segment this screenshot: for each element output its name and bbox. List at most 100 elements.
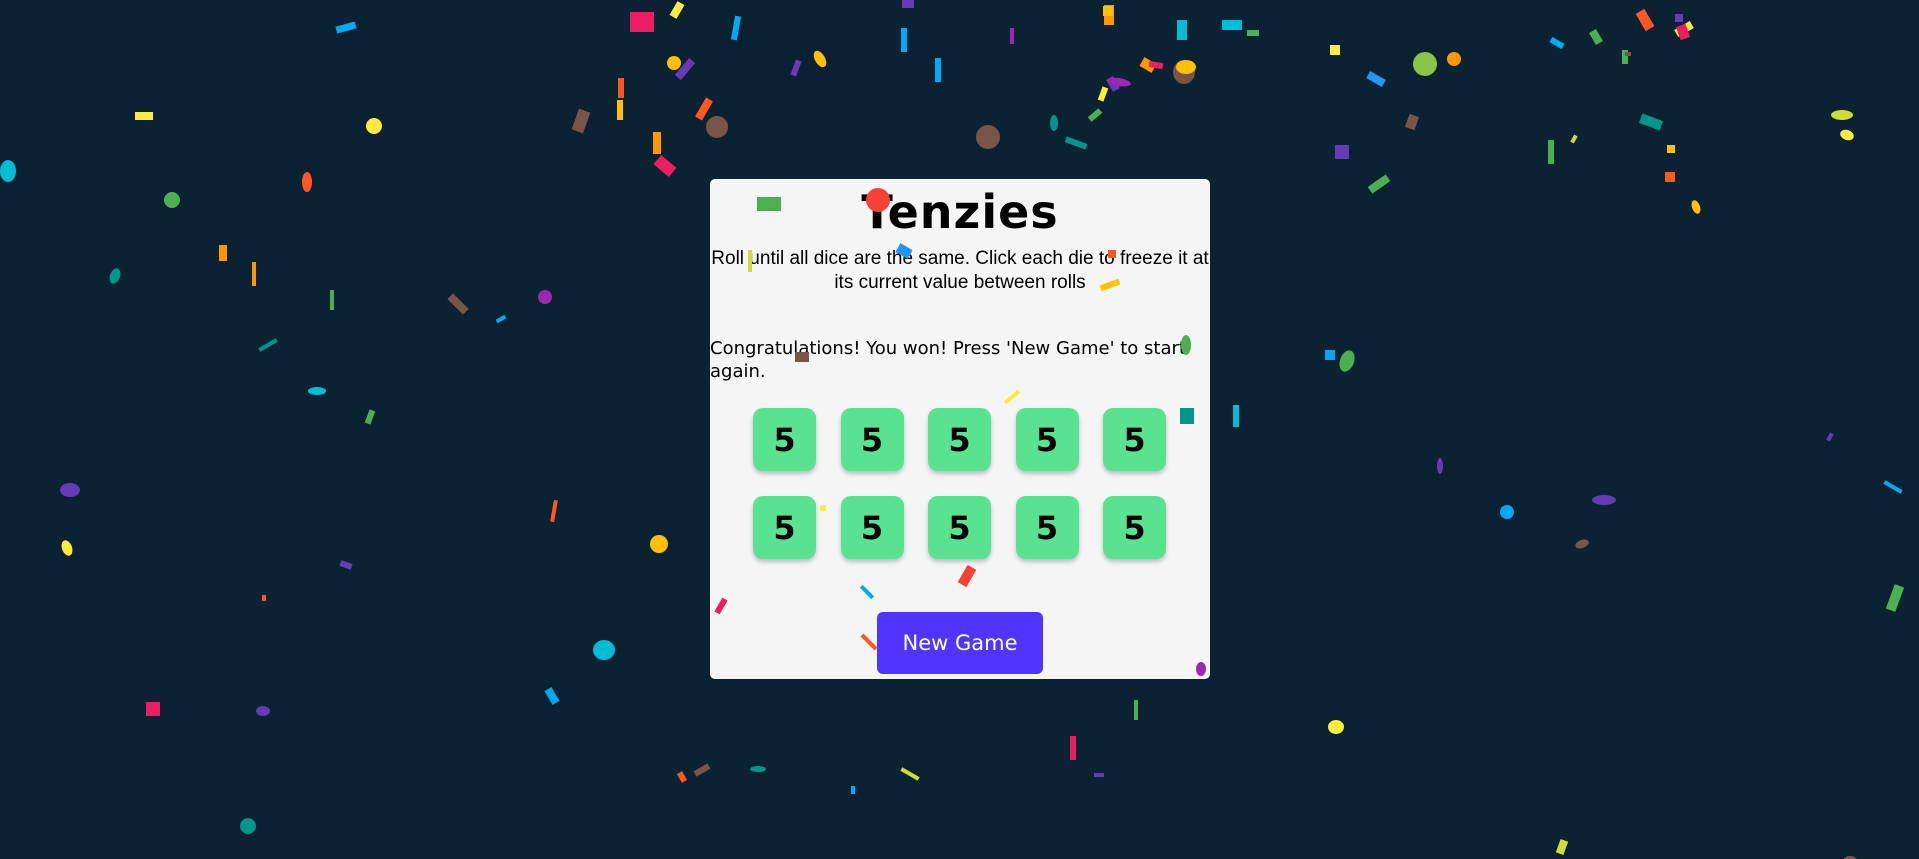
confetti-piece [1689,199,1703,215]
confetti-piece [1838,127,1856,143]
confetti-piece [1638,113,1664,131]
confetti-piece [650,535,668,553]
confetti-piece [302,172,312,192]
confetti-piece [1247,30,1259,36]
confetti-piece [730,15,742,41]
confetti-piece [0,160,16,182]
confetti-piece [1413,52,1437,76]
confetti-piece [1589,28,1603,46]
confetti-piece [1330,45,1340,55]
confetti-piece [750,766,766,772]
game-instructions: Roll until all dice are the same. Click … [711,248,1209,293]
confetti-piece [107,266,123,286]
confetti-piece [308,387,326,395]
confetti-piece [262,595,266,601]
confetti-piece [1104,5,1114,25]
confetti-piece [618,78,624,98]
confetti-piece [1437,458,1443,474]
confetti-piece [59,538,75,558]
confetti-piece [1050,115,1058,131]
confetti-piece [669,1,685,19]
confetti-piece [164,192,180,208]
die-7[interactable]: 5 [840,496,904,559]
confetti-piece [1665,172,1675,182]
confetti-piece [495,314,507,324]
game-title: Tenzies [861,185,1059,239]
confetti-piece [240,818,256,834]
confetti-piece [1233,405,1239,427]
confetti-piece [900,767,920,781]
win-message: Congratulations! You won! Press 'New Gam… [710,338,1186,382]
confetti-piece [593,640,615,660]
confetti-piece [1010,28,1014,44]
confetti-piece [447,293,469,315]
confetti-piece [1325,350,1335,360]
confetti-piece [1222,20,1242,30]
confetti-piece [544,687,560,705]
confetti-piece [1139,57,1157,73]
confetti-piece [695,97,713,121]
confetti-piece [1885,584,1905,612]
confetti-piece [1549,36,1565,50]
confetti-piece [1177,20,1187,40]
confetti-piece [1548,140,1554,164]
confetti-piece [901,28,907,52]
confetti-piece [935,58,941,82]
confetti-piece [674,58,696,80]
confetti-piece [1570,134,1578,144]
confetti-piece [1094,773,1104,777]
confetti-piece [1148,60,1164,70]
confetti-piece [1447,52,1461,66]
die-5[interactable]: 5 [1103,408,1166,471]
confetti-piece [653,132,661,154]
confetti-piece [676,771,688,783]
confetti-piece [1366,71,1386,87]
confetti-piece [339,560,353,570]
die-9[interactable]: 5 [1015,496,1079,559]
confetti-piece [667,56,681,70]
confetti-piece [1500,505,1514,519]
confetti-piece [1234,405,1238,427]
confetti-piece [1622,50,1628,64]
die-6[interactable]: 5 [753,496,816,559]
confetti-piece [1064,136,1088,150]
confetti-piece [1404,113,1420,131]
confetti-piece [1087,108,1103,122]
confetti-piece [1097,86,1109,102]
confetti-piece [146,702,160,716]
confetti-piece [335,21,357,34]
die-2[interactable]: 5 [840,408,904,471]
game-panel: Tenzies Roll until all dice are the same… [710,179,1210,679]
new-game-button[interactable]: New Game [877,612,1043,674]
confetti-piece [330,290,334,310]
die-8[interactable]: 5 [928,496,991,559]
die-10[interactable]: 5 [1103,496,1166,559]
confetti-piece [1103,6,1113,16]
confetti-piece [851,786,855,794]
confetti-piece [1883,480,1903,494]
confetti-piece [1635,8,1655,32]
die-1[interactable]: 5 [753,408,816,471]
confetti-piece [538,290,552,304]
confetti-piece [1070,736,1076,760]
confetti-piece [1625,52,1631,56]
confetti-piece [1173,60,1195,84]
confetti-piece [135,112,153,120]
confetti-piece [653,154,677,178]
die-3[interactable]: 5 [928,408,991,471]
confetti-piece [252,262,256,286]
confetti-piece [706,116,728,138]
dice-grid: 5 5 5 5 5 5 5 5 5 5 [753,408,1166,559]
confetti-piece [790,59,802,77]
confetti-piece [550,499,558,523]
confetti-piece [976,125,1000,149]
confetti-piece [1367,174,1391,194]
confetti-piece [1555,839,1569,855]
confetti-piece [1176,60,1196,74]
confetti-piece [571,108,591,134]
confetti-piece [1336,348,1358,374]
confetti-piece [811,48,829,70]
confetti-piece [1592,495,1616,505]
die-4[interactable]: 5 [1015,408,1079,471]
confetti-piece [1574,537,1590,551]
